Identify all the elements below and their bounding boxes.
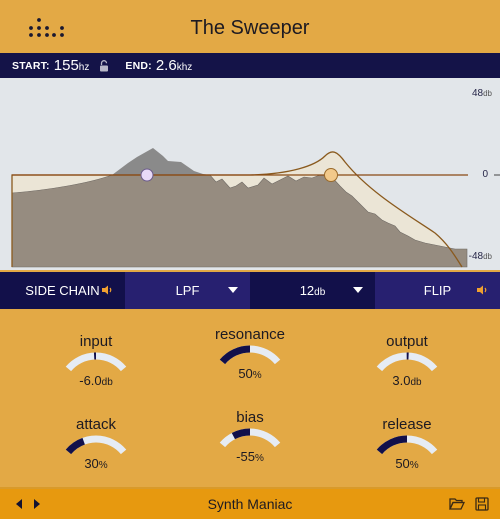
flip-button[interactable]: FLIP <box>375 272 500 309</box>
spectrum-peak-area <box>112 148 210 175</box>
axis-bottom-value: -48 <box>468 251 484 262</box>
knob-label: output <box>386 333 428 350</box>
knob-value: 30% <box>36 456 156 471</box>
knob-value-fill <box>231 428 251 440</box>
spectrum-svg <box>11 148 500 268</box>
axis-label-top: 48db <box>472 88 492 99</box>
knob-label: input <box>79 333 113 350</box>
knob-resonance[interactable]: resonance 50% <box>190 326 310 381</box>
knob-value-unit: % <box>252 370 262 381</box>
start-frequency-value[interactable]: 155hz <box>54 57 90 74</box>
filter-type-dropdown[interactable]: LPF <box>125 272 250 309</box>
end-unit: khz <box>176 62 193 73</box>
knob-output[interactable]: output 3.0db <box>347 333 467 388</box>
knob-value-unit: % <box>98 460 108 471</box>
knob-value-number: 30 <box>84 456 99 471</box>
knob-label: attack <box>75 416 117 433</box>
app-title: The Sweeper <box>190 17 310 39</box>
header: The Sweeper <box>0 0 500 53</box>
knob-value-fill <box>219 345 251 365</box>
knob-label: bias <box>236 409 264 426</box>
knob-bias[interactable]: bias -55% <box>190 409 310 464</box>
knob-value-unit: db <box>101 377 113 388</box>
knob-attack[interactable]: attack 30% <box>36 416 156 471</box>
end-label: END: <box>125 59 152 72</box>
speaker-icon[interactable] <box>101 284 113 296</box>
end-frequency-value[interactable]: 2.6khz <box>156 57 192 74</box>
knob-value-number: -6.0 <box>79 373 102 388</box>
knob-value: 3.0db <box>347 373 467 388</box>
filter-type-value: LPF <box>175 283 200 298</box>
axis-top-unit: db <box>483 89 492 98</box>
control-bar: SIDE CHAIN LPF 12db FLIP <box>0 272 500 309</box>
spectrum-graph[interactable]: 48db 0 -48db <box>0 78 500 270</box>
knob-value-unit: % <box>409 460 419 471</box>
knob-input[interactable]: input -6.0db <box>36 333 156 388</box>
knob-value: 50% <box>190 366 310 381</box>
axis-bottom-unit: db <box>483 252 492 261</box>
knob-panel: input -6.0db resonance 50% output 3.0db att… <box>0 309 500 487</box>
chevron-down-icon <box>353 287 363 293</box>
knob-value-unit: db <box>410 377 422 388</box>
chevron-down-icon <box>228 287 238 293</box>
footer-bar: Synth Maniac <box>0 487 500 519</box>
side-chain-label: SIDE CHAIN <box>25 283 100 298</box>
knob-value-number: -55 <box>236 449 255 464</box>
knob-value-number: 50 <box>395 456 410 471</box>
axis-top-value: 48 <box>471 88 484 99</box>
knob-release[interactable]: release 50% <box>347 416 467 471</box>
end-value-number: 2.6 <box>155 57 177 74</box>
axis-label-zero: 0 <box>482 169 488 180</box>
slope-value: 12db <box>300 283 326 298</box>
start-value-number: 155 <box>53 57 79 74</box>
unlocked-padlock-icon[interactable] <box>99 59 109 72</box>
slope-unit: db <box>314 287 326 298</box>
preset-name[interactable]: Synth Maniac <box>0 496 500 512</box>
folder-open-icon[interactable] <box>449 497 465 511</box>
slope-dropdown[interactable]: 12db <box>250 272 375 309</box>
knob-label: resonance <box>214 326 286 343</box>
knob-value-number: 3.0 <box>392 373 411 388</box>
start-unit: hz <box>78 62 90 73</box>
start-handle[interactable] <box>140 168 154 182</box>
start-label: START: <box>12 59 50 72</box>
knob-value-fill <box>65 437 86 455</box>
save-icon[interactable] <box>474 497 490 511</box>
knob-value-fill <box>376 435 408 455</box>
slope-number: 12 <box>299 283 315 298</box>
speaker-icon[interactable] <box>476 284 488 296</box>
knob-value: -55% <box>190 449 310 464</box>
knob-value: -6.0db <box>36 373 156 388</box>
flip-label: FLIP <box>423 283 452 298</box>
side-chain-button[interactable]: SIDE CHAIN <box>0 272 125 309</box>
axis-label-bottom: -48db <box>469 251 492 262</box>
knob-value-unit: % <box>254 453 264 464</box>
end-handle[interactable] <box>324 168 338 182</box>
frequency-range-bar: START: 155hz END: 2.6khz <box>0 53 500 78</box>
knob-value: 50% <box>347 456 467 471</box>
knob-label: release <box>382 416 432 433</box>
knob-value-number: 50 <box>238 366 253 381</box>
